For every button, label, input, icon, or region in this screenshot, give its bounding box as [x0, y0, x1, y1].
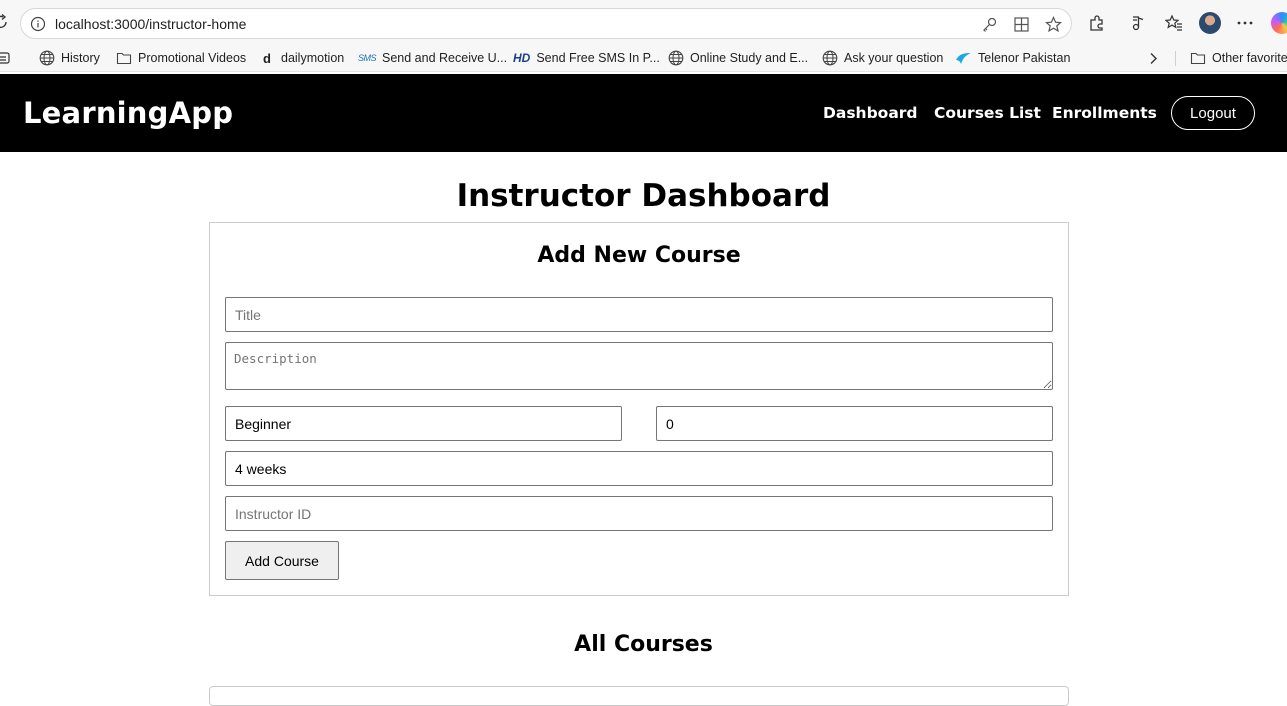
bookmark-online-study[interactable]: Online Study and E... [668, 49, 808, 67]
bookmark-label: History [61, 51, 100, 65]
hd-icon: HD [513, 51, 531, 65]
more-options-icon[interactable] [1236, 14, 1254, 32]
add-course-form: Add New Course Add Course [209, 222, 1069, 596]
level-input[interactable] [225, 406, 622, 441]
bookmark-label: Online Study and E... [690, 51, 809, 65]
description-textarea[interactable] [225, 342, 1053, 390]
bookmarks-bar: History Promotional Videos d dailymotion… [0, 46, 1287, 72]
folder-icon [1190, 52, 1206, 65]
page-title: Instructor Dashboard [456, 178, 831, 214]
extensions-icon[interactable] [1088, 14, 1106, 32]
address-bar[interactable]: localhost:3000/instructor-home [20, 8, 1072, 39]
bookmark-label: Send and Receive U... [382, 51, 508, 65]
price-input[interactable] [656, 406, 1053, 441]
favorite-star-icon[interactable] [1045, 16, 1062, 33]
globe-icon [822, 50, 838, 66]
favorites-icon[interactable] [1165, 14, 1183, 32]
site-info-icon[interactable] [30, 16, 46, 32]
instructor-id-input[interactable] [225, 496, 1053, 531]
bookmark-separator [1175, 51, 1176, 66]
nav-link-dashboard[interactable]: Dashboard [823, 104, 918, 122]
bookmark-label: Telenor Pakistan [978, 51, 1071, 65]
bookmark-label: Promotional Videos [138, 51, 247, 65]
dailymotion-icon: d [263, 50, 271, 66]
copilot-icon[interactable] [1271, 12, 1287, 34]
bookmark-label: Other favorites [1212, 51, 1287, 65]
form-heading: Add New Course [537, 243, 741, 268]
bookmark-history[interactable]: History [39, 49, 100, 67]
password-key-icon[interactable] [981, 16, 998, 33]
title-input[interactable] [225, 297, 1053, 332]
add-course-button[interactable]: Add Course [225, 541, 339, 580]
nav-link-courses-list[interactable]: Courses List [934, 104, 1041, 122]
telenor-icon [956, 53, 971, 64]
url-text[interactable]: localhost:3000/instructor-home [55, 16, 246, 32]
media-control-icon[interactable] [1129, 14, 1147, 32]
bookmark-promotional-videos[interactable]: Promotional Videos [116, 49, 246, 67]
bookmark-label: dailymotion [281, 51, 345, 65]
bookmark-telenor[interactable]: Telenor Pakistan [955, 49, 1070, 67]
app-navbar: LearningApp Dashboard Courses List Enrol… [0, 74, 1287, 152]
bookmark-label: Send Free SMS In P... [536, 51, 660, 65]
profile-avatar[interactable] [1199, 12, 1221, 34]
bookmark-dailymotion[interactable]: d dailymotion [259, 49, 344, 67]
folder-icon [116, 52, 132, 65]
bookmark-ask-question[interactable]: Ask your question [822, 49, 943, 67]
sms-icon: SMS [358, 53, 377, 63]
app-available-icon[interactable] [1013, 16, 1030, 33]
tab-actions-icon[interactable] [0, 52, 10, 64]
nav-link-enrollments[interactable]: Enrollments [1052, 104, 1157, 122]
bookmark-send-receive[interactable]: SMS Send and Receive U... [358, 49, 507, 67]
globe-icon [39, 50, 55, 66]
bookmark-send-free-sms[interactable]: HD Send Free SMS In P... [513, 49, 660, 67]
reload-icon[interactable] [0, 14, 8, 30]
bookmark-label: Ask your question [844, 51, 944, 65]
chevron-right-icon[interactable] [1148, 52, 1158, 65]
globe-icon [668, 50, 684, 66]
bookmark-other-favorites[interactable]: Other favorites [1190, 49, 1287, 67]
browser-address-bar-row: localhost:3000/instructor-home [0, 0, 1287, 46]
courses-list-container [209, 686, 1069, 706]
logout-button[interactable]: Logout [1171, 96, 1255, 130]
brand-logo[interactable]: LearningApp [23, 96, 233, 130]
all-courses-heading: All Courses [574, 632, 713, 657]
duration-input[interactable] [225, 451, 1053, 486]
